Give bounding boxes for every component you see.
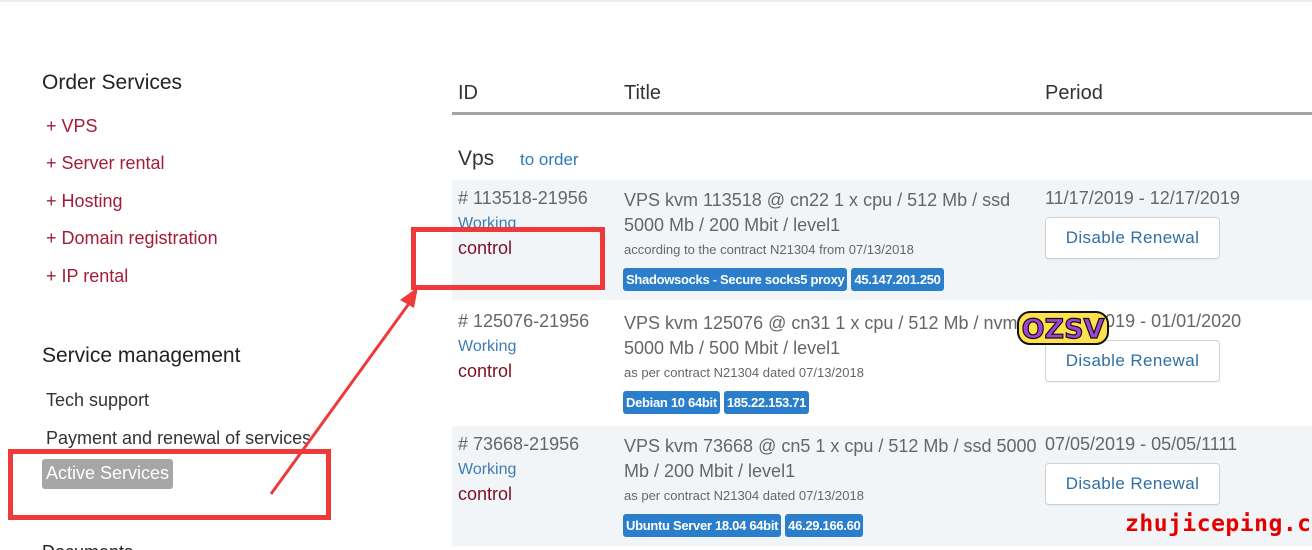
site-watermark: zhujiceping.com (1125, 511, 1312, 537)
ozsv-stamp-logo: OZSV (1017, 311, 1109, 346)
annotation-arrow (269, 287, 418, 495)
stamp-text: OZSV (1022, 314, 1105, 345)
